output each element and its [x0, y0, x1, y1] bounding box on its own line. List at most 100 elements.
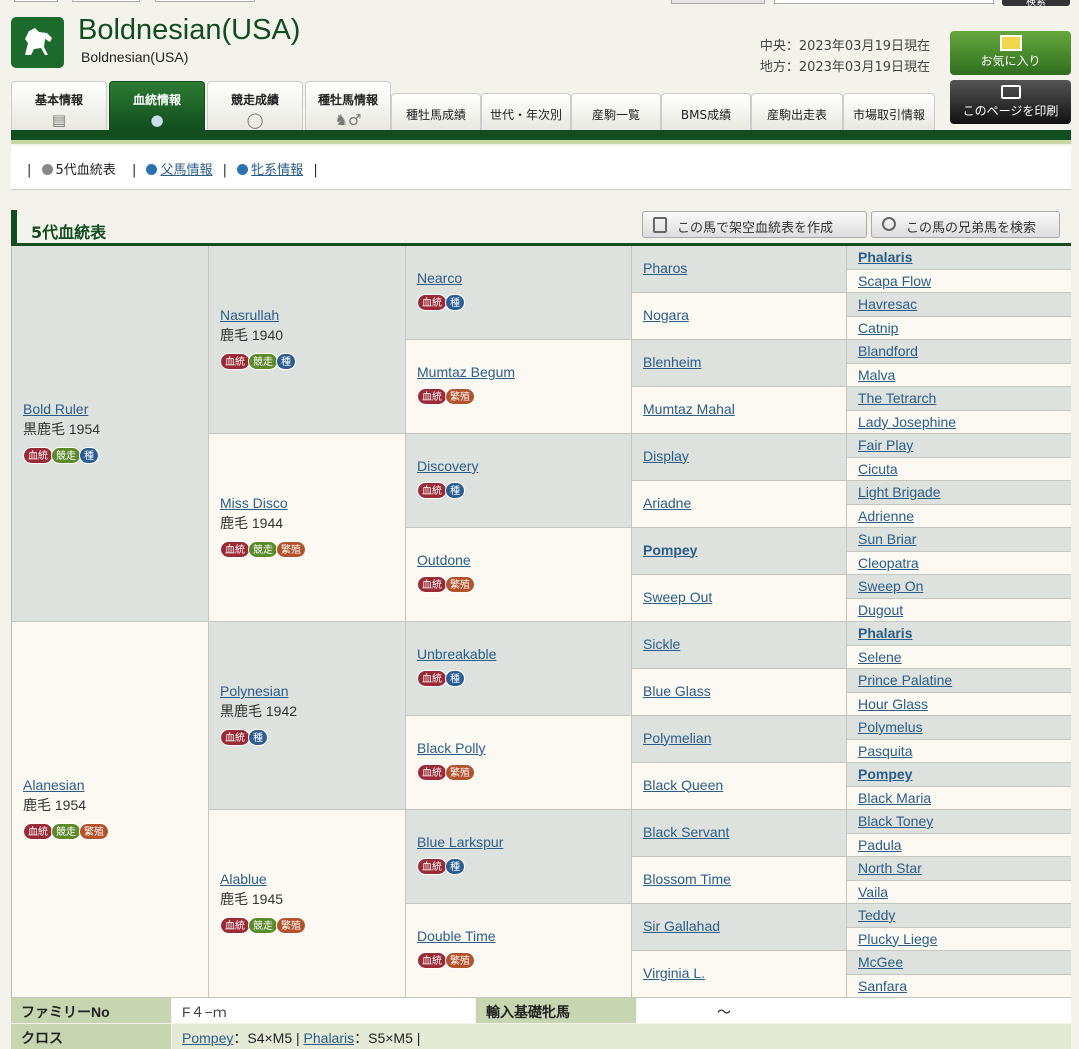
horse-link[interactable]: Miss Disco [220, 495, 304, 511]
top-link-2[interactable] [72, 0, 140, 2]
badge-k[interactable]: 血統 [220, 541, 250, 558]
badge-t[interactable]: 種 [276, 353, 296, 370]
female-line-link[interactable]: 牝系情報 [251, 163, 303, 178]
horse-link[interactable]: Alablue [220, 871, 304, 887]
badge-t[interactable]: 種 [248, 729, 268, 746]
horse-link[interactable]: Malva [858, 367, 895, 383]
horse-link[interactable]: Black Maria [858, 790, 931, 806]
badge-t[interactable]: 種 [445, 858, 465, 875]
horse-link[interactable]: Blue Glass [643, 683, 711, 699]
badge-s[interactable]: 競走 [51, 823, 81, 840]
horse-link[interactable]: Prince Palatine [858, 672, 952, 688]
horse-link[interactable]: Havresac [858, 296, 917, 312]
badge-k[interactable]: 血統 [417, 952, 447, 969]
badge-k[interactable]: 血統 [417, 670, 447, 687]
print-button[interactable]: このページを印刷 [950, 80, 1071, 124]
horse-link[interactable]: Sun Briar [858, 531, 916, 547]
badge-k[interactable]: 血統 [220, 917, 250, 934]
horse-link[interactable]: Blue Larkspur [417, 834, 503, 850]
horse-link[interactable]: Outdone [417, 552, 473, 568]
horse-link[interactable]: Dugout [858, 602, 903, 618]
badge-h[interactable]: 繁殖 [79, 823, 109, 840]
horse-link[interactable]: Bold Ruler [23, 401, 100, 417]
horse-link[interactable]: Nogara [643, 307, 689, 323]
horse-link[interactable]: McGee [858, 954, 903, 970]
horse-link[interactable]: Blossom Time [643, 871, 731, 887]
horse-link[interactable]: Mumtaz Begum [417, 364, 515, 380]
badge-h[interactable]: 繁殖 [445, 388, 475, 405]
badge-s[interactable]: 競走 [51, 447, 81, 464]
horse-link[interactable]: Alanesian [23, 777, 107, 793]
horse-link[interactable]: Black Polly [417, 740, 485, 756]
badge-t[interactable]: 種 [445, 670, 465, 687]
badge-s[interactable]: 競走 [248, 353, 278, 370]
horse-link[interactable]: Discovery [417, 458, 478, 474]
tab-market-info[interactable]: 市場取引情報 [843, 93, 935, 131]
search-button[interactable]: 検索 [1002, 0, 1070, 8]
badge-k[interactable]: 血統 [417, 294, 447, 311]
horse-link[interactable]: Polymelian [643, 730, 711, 746]
tab-stallion-results[interactable]: 種牡馬成績 [391, 93, 481, 131]
horse-link[interactable]: Lady Josephine [858, 414, 956, 430]
horse-link[interactable]: Cicuta [858, 461, 898, 477]
badge-t[interactable]: 種 [445, 482, 465, 499]
horse-link[interactable]: Nearco [417, 270, 463, 286]
tab-stallion-info[interactable]: 種牡馬情報 ♞♂ [305, 81, 391, 131]
horse-link[interactable]: Blenheim [643, 354, 701, 370]
horse-link[interactable]: Selene [858, 649, 902, 665]
horse-link[interactable]: North Star [858, 860, 922, 876]
horse-link[interactable]: Plucky Liege [858, 931, 937, 947]
horse-link[interactable]: Unbreakable [417, 646, 496, 662]
badge-k[interactable]: 血統 [417, 482, 447, 499]
subnav-sire-info[interactable]: 父馬情報 [146, 163, 213, 178]
search-input[interactable] [774, 0, 994, 4]
horse-link[interactable]: Polynesian [220, 683, 297, 699]
horse-link[interactable]: Black Toney [858, 813, 933, 829]
horse-link[interactable]: Black Servant [643, 824, 729, 840]
badge-k[interactable]: 血統 [220, 353, 250, 370]
favorite-button[interactable]: お気に入り [950, 31, 1071, 75]
badge-h[interactable]: 繁殖 [445, 576, 475, 593]
horse-link[interactable]: Pompey [858, 766, 912, 782]
horse-link[interactable]: Phalaris [858, 249, 912, 265]
badge-s[interactable]: 競走 [248, 917, 278, 934]
badge-k[interactable]: 血統 [23, 447, 53, 464]
horse-link[interactable]: Blandford [858, 343, 918, 359]
horse-link[interactable]: Pompey [643, 542, 697, 558]
horse-link[interactable]: Pharos [643, 260, 687, 276]
create-fictional-pedigree-button[interactable]: この馬で架空血統表を作成 [642, 211, 867, 238]
badge-k[interactable]: 血統 [220, 729, 250, 746]
horse-link[interactable]: Sweep On [858, 578, 923, 594]
horse-link[interactable]: Cleopatra [858, 555, 919, 571]
horse-link[interactable]: Vaila [858, 884, 888, 900]
badge-k[interactable]: 血統 [23, 823, 53, 840]
horse-link[interactable]: Scapa Flow [858, 273, 931, 289]
badge-k[interactable]: 血統 [417, 388, 447, 405]
horse-link[interactable]: Virginia L. [643, 965, 705, 981]
tab-race-results[interactable]: 競走成績 ◯ [207, 81, 303, 131]
badge-t[interactable]: 種 [445, 294, 465, 311]
top-link-3[interactable] [155, 0, 255, 2]
badge-k[interactable]: 血統 [417, 858, 447, 875]
tab-bms-results[interactable]: BMS成績 [661, 93, 751, 131]
badge-h[interactable]: 繁殖 [445, 952, 475, 969]
horse-link[interactable]: Sickle [643, 636, 680, 652]
horse-link[interactable]: Padula [858, 837, 902, 853]
horse-link[interactable]: Light Brigade [858, 484, 941, 500]
horse-link[interactable]: Black Queen [643, 777, 723, 793]
horse-link[interactable]: Adrienne [858, 508, 914, 524]
horse-link[interactable]: Pasquita [858, 743, 912, 759]
badge-k[interactable]: 血統 [417, 764, 447, 781]
horse-link[interactable]: Fair Play [858, 437, 913, 453]
horse-link[interactable]: Teddy [858, 907, 895, 923]
badge-h[interactable]: 繁殖 [445, 764, 475, 781]
horse-link[interactable]: Double Time [417, 928, 496, 944]
horse-link[interactable]: The Tetrarch [858, 390, 936, 406]
horse-link[interactable]: Hour Glass [858, 696, 928, 712]
badge-h[interactable]: 繁殖 [276, 917, 306, 934]
badge-t[interactable]: 種 [79, 447, 99, 464]
horse-link[interactable]: Catnip [858, 320, 898, 336]
horse-link[interactable]: Mumtaz Mahal [643, 401, 735, 417]
tab-progeny-list[interactable]: 産駒一覧 [571, 93, 661, 131]
badge-k[interactable]: 血統 [417, 576, 447, 593]
